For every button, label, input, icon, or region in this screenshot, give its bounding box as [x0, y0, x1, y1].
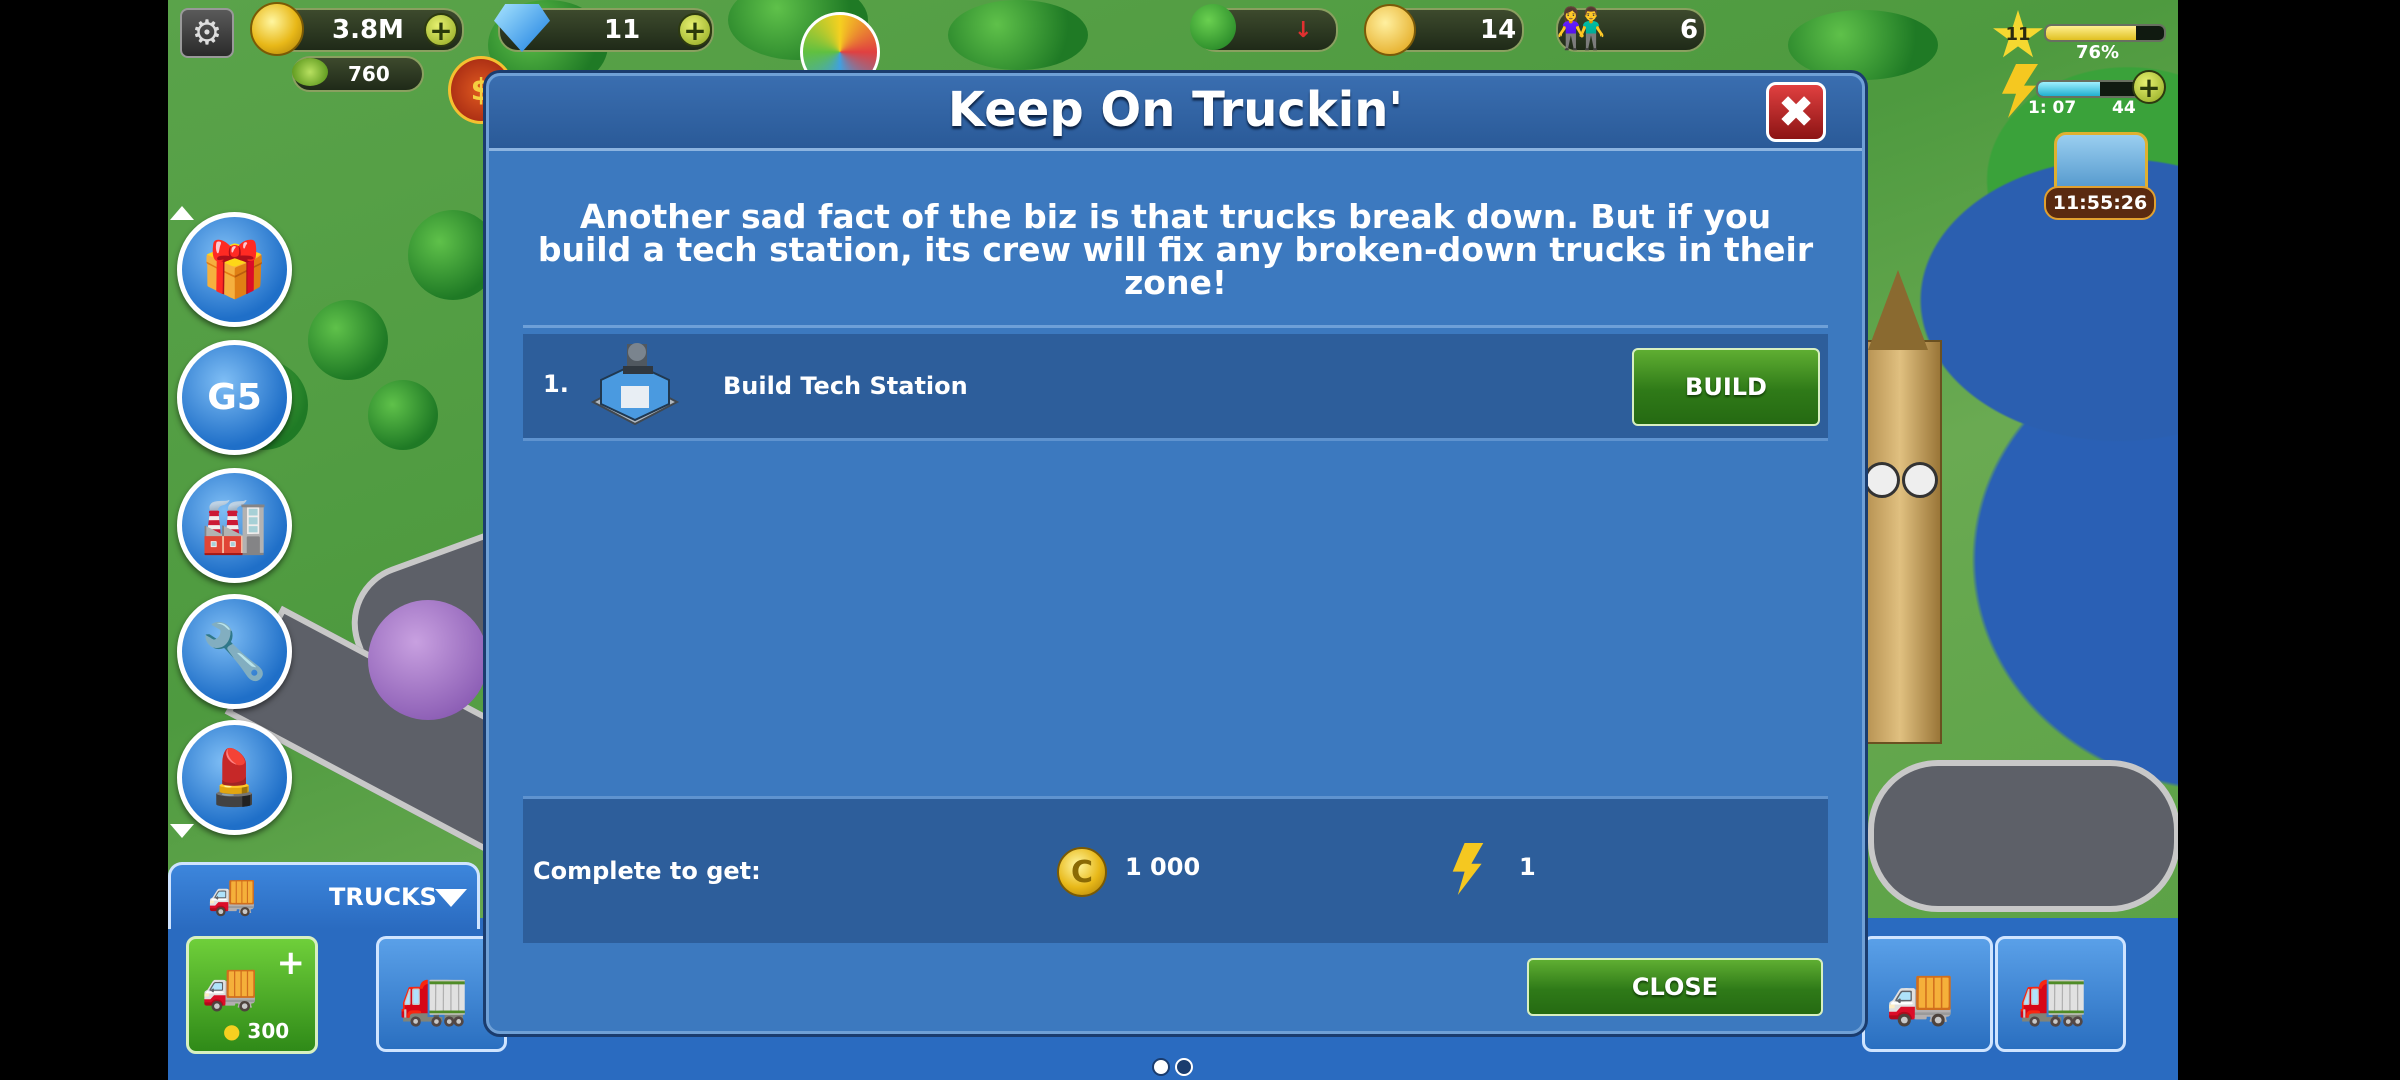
- road: [1868, 760, 2178, 912]
- cash-icon: [292, 58, 328, 86]
- trucks-tab[interactable]: 🚚 TRUCKS: [168, 862, 480, 929]
- reward-panel: Complete to get: C 1 000 1: [523, 796, 1828, 943]
- g5-games-button[interactable]: G5: [177, 340, 292, 455]
- divider: [523, 325, 1828, 328]
- add-truck-button[interactable]: 🚚 + ● 300: [186, 936, 318, 1054]
- tree: [308, 300, 388, 380]
- chest-timer: 11:55:26: [2044, 186, 2156, 220]
- tech-station-icon: [583, 340, 687, 436]
- coin-small-icon: ●: [223, 1019, 241, 1043]
- scroll-down-icon[interactable]: [170, 824, 194, 838]
- task-row: 1. Build Tech Station BUILD: [523, 334, 1828, 441]
- add-coins-button[interactable]: +: [424, 13, 458, 47]
- clock-face: [1902, 462, 1938, 498]
- add-gems-button[interactable]: +: [678, 13, 712, 47]
- truck-icon: 🚛: [399, 964, 469, 1029]
- dialog-title: Keep On Truckin': [947, 82, 1404, 138]
- train-station-button[interactable]: 🏭: [177, 468, 292, 583]
- gift-icon: 🎁: [200, 237, 269, 301]
- clock-face: [1864, 462, 1900, 498]
- gems-value: 11: [604, 15, 641, 45]
- quest-dialog: Keep On Truckin' ✖ Another sad fact of t…: [486, 73, 1865, 1034]
- tech-station-icon: 🔧: [200, 619, 269, 683]
- task-label: Build Tech Station: [723, 372, 968, 400]
- clock-tower-spire: [1868, 270, 1928, 350]
- tree: [1788, 10, 1938, 80]
- ecology-indicator-icon: ↓: [1294, 17, 1313, 43]
- energy-value: 44: [2112, 98, 2136, 118]
- truck-icon: 🚚: [1885, 964, 1955, 1029]
- g5-logo-icon: G5: [207, 377, 262, 418]
- close-button[interactable]: CLOSE: [1527, 958, 1823, 1016]
- scroll-up-icon[interactable]: [170, 206, 194, 220]
- energy-bolt-icon: [1452, 843, 1484, 895]
- population-icon: 👫: [1556, 6, 1606, 52]
- gear-icon: ⚙: [191, 13, 223, 53]
- chevron-down-icon: [435, 889, 467, 907]
- coin-stack-icon: [250, 2, 304, 56]
- reward-label: Complete to get:: [533, 857, 761, 885]
- add-truck-cost-value: 300: [247, 1019, 290, 1043]
- close-icon: ✖: [1777, 86, 1815, 138]
- coin-icon: C: [1057, 847, 1107, 897]
- reward-coins-value: 1 000: [1125, 853, 1201, 881]
- xp-percent: 76%: [2076, 42, 2120, 63]
- xp-bar: [2044, 24, 2166, 42]
- energy-bar-fill: [2038, 82, 2100, 96]
- tree: [408, 210, 498, 300]
- clock-tower[interactable]: [1858, 340, 1942, 744]
- population-value: 6: [1680, 15, 1699, 45]
- trucks-tab-label: TRUCKS: [329, 883, 437, 911]
- coins-value: 3.8M: [332, 15, 404, 45]
- energy-timer: 1: 07: [2028, 98, 2077, 118]
- page-indicator: [1152, 1058, 1194, 1080]
- build-button[interactable]: BUILD: [1632, 348, 1820, 426]
- truck-add-icon: 🚚: [201, 959, 259, 1013]
- plus-icon: +: [276, 943, 306, 983]
- settings-button[interactable]: ⚙: [180, 8, 234, 58]
- page-dot[interactable]: [1175, 1058, 1194, 1076]
- add-truck-cost: ● 300: [223, 1019, 289, 1043]
- level-value: 11: [2005, 24, 2031, 45]
- gift-button[interactable]: 🎁: [177, 212, 292, 327]
- xp-bar-fill: [2046, 26, 2136, 40]
- add-energy-button[interactable]: +: [2132, 70, 2166, 104]
- reward-energy-value: 1: [1519, 853, 1536, 881]
- tree: [368, 380, 438, 450]
- tree: [948, 0, 1088, 70]
- task-number: 1.: [543, 370, 569, 398]
- cash-value: 760: [348, 62, 390, 86]
- truck-icon: 🚚: [207, 872, 257, 918]
- cosmetics-icon: 💄: [200, 745, 269, 809]
- dialog-title-bar: Keep On Truckin': [489, 76, 1862, 151]
- tech-station-button[interactable]: 🔧: [177, 594, 292, 709]
- tree-icon: [1190, 4, 1236, 50]
- page-dot-active[interactable]: [1152, 1058, 1170, 1076]
- station-icon: 🏭: [200, 493, 269, 557]
- cosmetics-shop-button[interactable]: 💄: [177, 720, 292, 835]
- dialog-description: Another sad fact of the biz is that truc…: [537, 197, 1814, 302]
- cosmetics-building[interactable]: [368, 600, 488, 720]
- truck-card[interactable]: 🚛: [1995, 936, 2126, 1052]
- truck-icon: 🚛: [2018, 964, 2088, 1029]
- close-x-button[interactable]: ✖: [1766, 82, 1826, 142]
- truck-card[interactable]: 🚚: [1862, 936, 1993, 1052]
- smiley-icon: [1364, 4, 1416, 56]
- happiness-value: 14: [1480, 15, 1517, 45]
